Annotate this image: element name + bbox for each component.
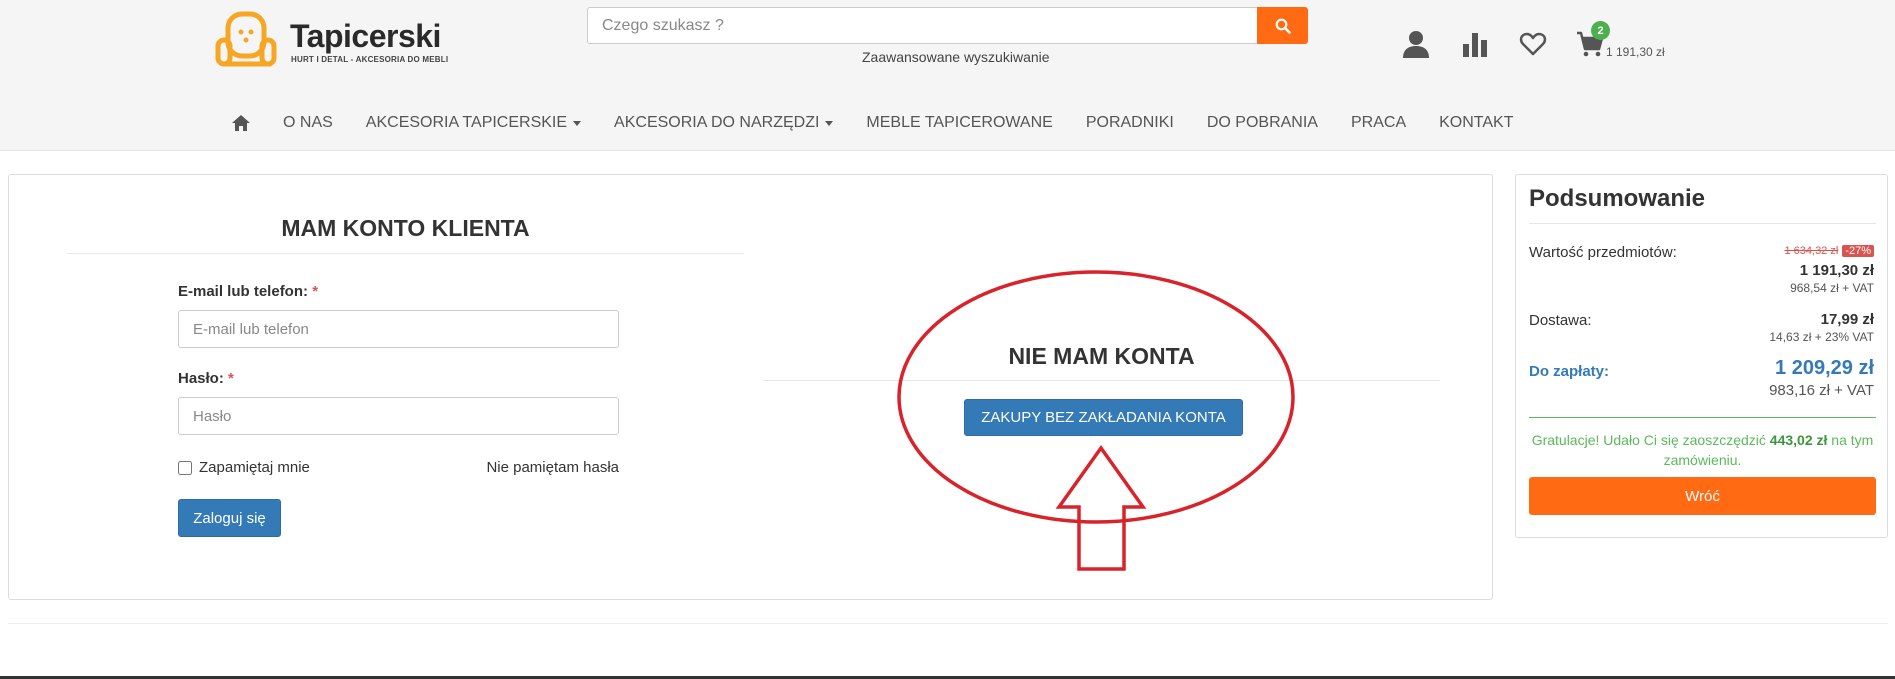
search-icon bbox=[1275, 18, 1291, 34]
items-value: 1 634,32 zł -27% 1 191,30 zł 968,54 zł + … bbox=[1784, 241, 1874, 295]
delivery-label: Dostawa: bbox=[1529, 312, 1592, 329]
nav-item-o-nas[interactable]: O NAS bbox=[283, 114, 333, 132]
divider bbox=[8, 623, 1888, 624]
user-icon bbox=[1403, 31, 1429, 58]
nav-item-label: KONTAKT bbox=[1439, 114, 1514, 131]
discount-badge: -27% bbox=[1842, 245, 1874, 257]
wishlist-button[interactable] bbox=[1515, 26, 1551, 62]
cart-total[interactable]: 1 191,30 zł bbox=[1606, 45, 1665, 59]
login-button[interactable]: Zaloguj się bbox=[178, 499, 281, 537]
items-price: 1 191,30 zł bbox=[1799, 262, 1874, 279]
nav-home[interactable] bbox=[232, 115, 250, 131]
divider bbox=[67, 253, 744, 254]
remember-label: Zapamiętaj mnie bbox=[199, 459, 310, 476]
items-net: 968,54 zł + VAT bbox=[1790, 281, 1874, 295]
caret-down-icon bbox=[573, 120, 582, 126]
account-button[interactable] bbox=[1398, 26, 1434, 62]
nav-item-label: DO POBRANIA bbox=[1206, 114, 1318, 131]
heart-icon bbox=[1519, 32, 1547, 56]
password-label: Hasło: * bbox=[178, 370, 234, 387]
main-nav: O NAS AKCESORIA TAPICERSKIE AKCESORIA DO… bbox=[232, 110, 1546, 136]
login-panel: MAM KONTO KLIENTA E-mail lub telefon: * … bbox=[8, 174, 1493, 600]
site-header: Tapicerski HURT I DETAL - AKCESORIA DO M… bbox=[0, 0, 1895, 151]
nav-item-label: PORADNIKI bbox=[1085, 114, 1174, 131]
search-input[interactable] bbox=[587, 7, 1257, 44]
cart-count-badge: 2 bbox=[1591, 21, 1610, 40]
divider bbox=[1529, 223, 1876, 224]
total-price: 1 209,29 zł bbox=[1775, 357, 1874, 379]
logo[interactable]: Tapicerski HURT I DETAL - AKCESORIA DO M… bbox=[214, 10, 448, 76]
compare-button[interactable] bbox=[1457, 26, 1493, 62]
nav-item-meble-tapicerowane[interactable]: MEBLE TAPICEROWANE bbox=[866, 114, 1052, 132]
nav-item-label: AKCESORIA DO NARZĘDZI bbox=[614, 114, 820, 131]
savings-prefix: Gratulacje! Udało Ci się zaoszczędzić bbox=[1531, 432, 1766, 448]
savings-message: Gratulacje! Udało Ci się zaoszczędzić 44… bbox=[1529, 430, 1876, 470]
required-mark: * bbox=[228, 370, 234, 387]
nav-item-kontakt[interactable]: KONTAKT bbox=[1439, 114, 1513, 132]
summary-title: Podsumowanie bbox=[1529, 185, 1706, 212]
divider bbox=[1529, 417, 1876, 418]
nav-item-label: AKCESORIA TAPICERSKIE bbox=[365, 114, 568, 131]
nav-item-label: MEBLE TAPICEROWANE bbox=[866, 114, 1053, 131]
required-mark: * bbox=[312, 283, 319, 300]
delivery-price: 17,99 zł bbox=[1820, 311, 1874, 328]
nav-item-akcesoria-tapicerskie[interactable]: AKCESORIA TAPICERSKIE bbox=[365, 114, 582, 132]
items-value-label: Wartość przedmiotów: bbox=[1529, 244, 1677, 261]
nav-item-do-pobrania[interactable]: DO POBRANIA bbox=[1207, 114, 1318, 132]
guest-title: NIE MAM KONTA bbox=[1008, 343, 1195, 369]
password-field[interactable] bbox=[178, 397, 619, 435]
armchair-logo-icon bbox=[215, 11, 277, 67]
nav-item-praca[interactable]: PRACA bbox=[1351, 114, 1406, 132]
search-bar bbox=[587, 7, 1308, 44]
old-price: 1 634,32 zł bbox=[1784, 245, 1839, 257]
total-net: 983,16 zł + VAT bbox=[1769, 382, 1874, 399]
advanced-search-link[interactable]: Zaawansowane wyszukiwanie bbox=[862, 49, 1050, 65]
order-summary: Podsumowanie Wartość przedmiotów: 1 634,… bbox=[1515, 174, 1888, 538]
remember-me[interactable]: Zapamiętaj mnie bbox=[178, 459, 310, 476]
chart-icon bbox=[1463, 33, 1487, 57]
logo-tagline: HURT I DETAL - AKCESORIA DO MEBLI bbox=[291, 55, 449, 64]
delivery-value: 17,99 zł 14,63 zł + 23% VAT bbox=[1769, 311, 1874, 344]
caret-down-icon bbox=[825, 120, 834, 126]
back-button[interactable]: Wróć bbox=[1529, 477, 1876, 515]
delivery-net: 14,63 zł + 23% VAT bbox=[1769, 330, 1874, 344]
guest-checkout-button[interactable]: ZAKUPY BEZ ZAKŁADANIA KONTA bbox=[964, 399, 1243, 436]
nav-item-label: PRACA bbox=[1350, 114, 1407, 131]
login-title: MAM KONTO KLIENTA bbox=[281, 215, 530, 241]
forgot-password-link[interactable]: Nie pamiętam hasła bbox=[481, 459, 619, 476]
email-field[interactable] bbox=[178, 310, 619, 348]
nav-item-label: O NAS bbox=[283, 114, 333, 131]
password-label-text: Hasło: bbox=[178, 370, 224, 387]
total-label: Do zapłaty: bbox=[1529, 363, 1610, 380]
remember-checkbox[interactable] bbox=[178, 460, 192, 475]
email-label: E-mail lub telefon: * bbox=[178, 283, 318, 300]
logo-name: Tapicerski bbox=[290, 18, 441, 54]
search-button[interactable] bbox=[1257, 7, 1308, 44]
nav-item-poradniki[interactable]: PORADNIKI bbox=[1086, 114, 1174, 132]
savings-amount: 443,02 zł bbox=[1769, 432, 1828, 448]
nav-item-akcesoria-do-narzedzi[interactable]: AKCESORIA DO NARZĘDZI bbox=[614, 114, 834, 132]
home-icon bbox=[232, 115, 250, 131]
total-value: 1 209,29 zł 983,16 zł + VAT bbox=[1769, 357, 1874, 399]
divider bbox=[763, 380, 1440, 381]
email-label-text: E-mail lub telefon: bbox=[178, 283, 309, 300]
